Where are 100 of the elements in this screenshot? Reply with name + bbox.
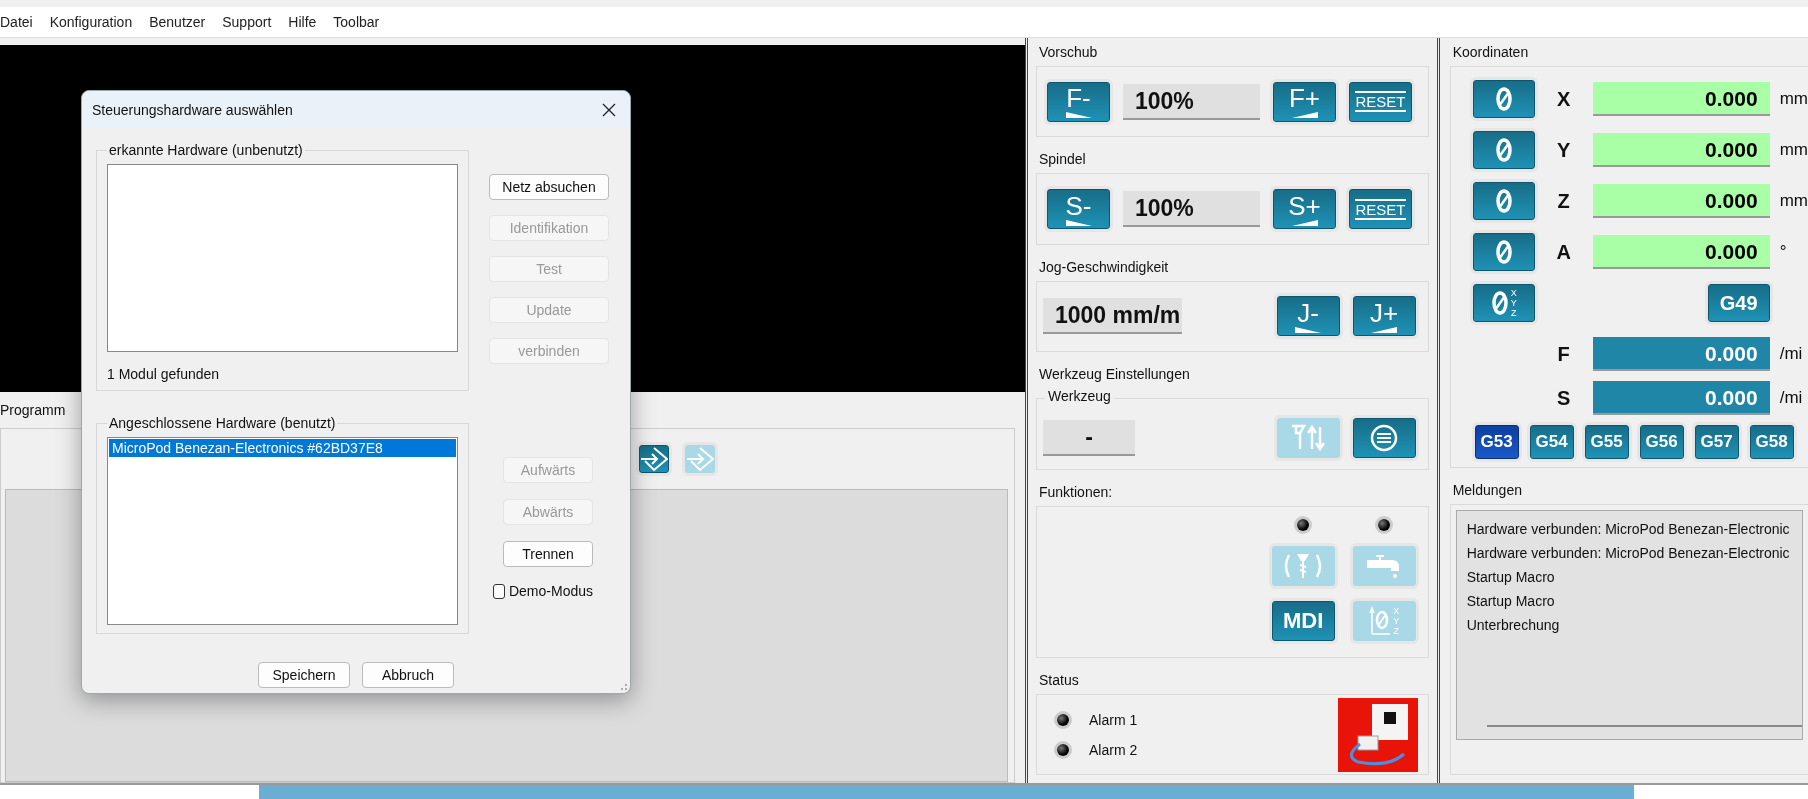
spindle-reset-button[interactable]: RESET xyxy=(1349,189,1412,230)
axis-label: F xyxy=(1556,342,1571,366)
position-field: 0.000 xyxy=(1592,82,1770,116)
zero-icon xyxy=(1494,137,1513,163)
jog-decrease-button[interactable]: J- xyxy=(1276,296,1340,337)
axis-letter: Z xyxy=(1510,308,1517,318)
dialog-button[interactable]: Speichern xyxy=(258,662,350,688)
section-title: Programm xyxy=(0,402,66,418)
axis-label: Y xyxy=(1556,138,1572,162)
arrow-diamond-icon xyxy=(686,446,714,472)
unit-label: /mi xyxy=(1779,344,1803,364)
section-title: Koordinaten xyxy=(1451,43,1530,62)
zero-axis-button[interactable] xyxy=(1472,233,1535,271)
axis-label: X xyxy=(1556,87,1572,111)
axis-letter: Y xyxy=(1510,298,1517,308)
work-offset-button[interactable]: G57 xyxy=(1694,425,1739,459)
zero-axis-button[interactable] xyxy=(1472,80,1535,118)
toolbar-button[interactable] xyxy=(639,445,669,473)
axis-label: Z xyxy=(1556,189,1571,213)
resize-grip-icon[interactable] xyxy=(618,681,628,691)
tool-number-display: - xyxy=(1043,419,1135,456)
alarm-label: Alarm 1 xyxy=(1089,711,1138,728)
tool-table-button[interactable] xyxy=(1352,417,1416,458)
ramp-up-icon xyxy=(1291,219,1318,226)
work-offset-button[interactable]: G56 xyxy=(1639,425,1684,459)
feed-reset-button[interactable]: RESET xyxy=(1349,81,1412,122)
tool-offset-button[interactable]: G49 xyxy=(1707,284,1770,322)
status-text: 1 Modul gefunden xyxy=(107,366,221,382)
group-title: erkannte Hardware (unbenutzt) xyxy=(108,142,304,158)
axis-letter: X xyxy=(1393,605,1400,616)
unit-label: ° xyxy=(1779,242,1787,262)
section-title: Funktionen: xyxy=(1038,482,1114,502)
zero-all-axes-button[interactable]: X Y Z xyxy=(1472,284,1535,322)
work-offset-button[interactable]: G53 xyxy=(1474,425,1519,459)
list-item[interactable]: MicroPod Benezan-Electronics #62BD37E8 xyxy=(109,439,456,457)
zero-icon xyxy=(1494,239,1513,265)
menu-item[interactable]: Support xyxy=(222,14,272,30)
zero-axes-icon xyxy=(1369,605,1392,636)
axis-label: A xyxy=(1555,240,1572,264)
arrow-diamond-icon xyxy=(640,446,668,472)
checkbox-label: Demo-Modus xyxy=(508,583,593,599)
menu-item[interactable]: Konfiguration xyxy=(49,14,133,30)
unit-label: mm xyxy=(1779,191,1808,211)
work-offset-button[interactable]: G55 xyxy=(1584,425,1629,459)
ramp-down-icon xyxy=(1065,219,1092,226)
dialog-title: Steuerungshardware auswählen xyxy=(92,101,293,118)
rate-field: 0.000 xyxy=(1592,381,1770,415)
unit-label: /mi xyxy=(1779,388,1803,408)
section-title: Status xyxy=(1038,671,1080,690)
rate-field: 0.000 xyxy=(1592,337,1770,371)
axis-label: S xyxy=(1556,386,1572,410)
zero-icon xyxy=(1490,290,1509,316)
spindle-increase-button[interactable]: S+ xyxy=(1273,189,1336,230)
message-line: Hardware verbunden: MicroPod Benezan-Electronic xyxy=(1466,544,1791,563)
ramp-down-icon xyxy=(1295,326,1322,333)
work-offset-button[interactable]: G58 xyxy=(1749,425,1794,459)
dialog-button[interactable]: Trennen xyxy=(503,541,593,567)
work-offset-button[interactable]: G54 xyxy=(1529,425,1574,459)
spindle-decrease-button[interactable]: S- xyxy=(1047,189,1110,230)
unit-label: mm xyxy=(1779,89,1808,109)
section-title: Vorschub xyxy=(1038,43,1099,62)
dialog-button[interactable]: Abbruch xyxy=(362,662,454,688)
feed-decrease-button[interactable]: F- xyxy=(1047,81,1110,122)
menu-item[interactable]: Toolbar xyxy=(333,14,380,30)
message-line: Unterbrechung xyxy=(1466,616,1561,635)
message-line: Startup Macro xyxy=(1466,568,1556,587)
menu-item[interactable]: Hilfe xyxy=(288,14,317,30)
ramp-down-icon xyxy=(1065,112,1092,119)
section-title: Spindel xyxy=(1038,150,1087,170)
mdi-button[interactable]: MDI xyxy=(1271,600,1335,641)
section-title: Jog-Geschwindigkeit xyxy=(1038,257,1170,277)
message-line: Hardware verbunden: MicroPod Benezan-Electronic xyxy=(1466,520,1791,539)
section-title: Werkzeug Einstellungen xyxy=(1038,365,1191,385)
group-title: Werkzeug xyxy=(1045,388,1114,405)
axis-letter: X xyxy=(1510,288,1517,298)
close-icon[interactable] xyxy=(602,102,616,117)
ramp-up-icon xyxy=(1291,112,1318,119)
dialog-button[interactable]: Netz absuchen xyxy=(489,174,609,200)
position-field: 0.000 xyxy=(1592,184,1770,218)
scrollbar[interactable] xyxy=(1486,725,1802,727)
jog-speed-display: 1000 mm/m xyxy=(1043,298,1182,335)
axis-letter: Z xyxy=(1393,625,1400,636)
spindle-override-display: 100% xyxy=(1123,191,1260,228)
axis-letter: Y xyxy=(1393,615,1400,626)
unit-label: mm xyxy=(1779,140,1808,160)
ramp-up-icon xyxy=(1371,326,1398,333)
zero-icon xyxy=(1494,86,1513,112)
alarm-label: Alarm 2 xyxy=(1089,741,1138,758)
zero-axis-button[interactable] xyxy=(1472,182,1535,220)
feed-increase-button[interactable]: F+ xyxy=(1273,81,1336,122)
group-title: Angeschlossene Hardware (benutzt) xyxy=(108,415,337,431)
jog-increase-button[interactable]: J+ xyxy=(1352,296,1416,337)
position-field: 0.000 xyxy=(1592,235,1770,269)
message-line: Startup Macro xyxy=(1466,592,1556,611)
menu-item[interactable]: Benutzer xyxy=(149,14,206,30)
section-title: Meldungen xyxy=(1451,481,1523,500)
position-field: 0.000 xyxy=(1592,133,1770,167)
checkbox[interactable] xyxy=(493,583,505,599)
zero-axis-button[interactable] xyxy=(1472,131,1535,169)
menu-item[interactable]: Datei xyxy=(0,14,33,30)
